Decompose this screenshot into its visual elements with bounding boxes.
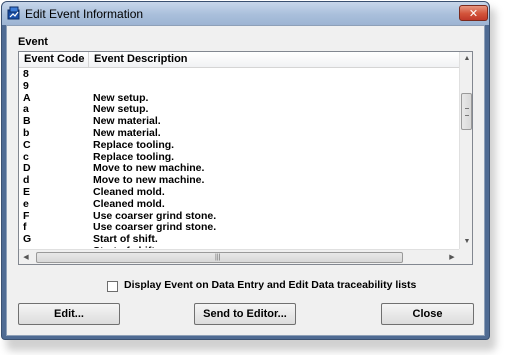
event-description-cell: Replace tooling. xyxy=(93,138,175,151)
event-code-cell: D xyxy=(23,162,31,175)
table-row[interactable]: 8 xyxy=(19,68,459,80)
event-description-cell: Start of shift. xyxy=(93,245,158,248)
event-code-cell: a xyxy=(23,103,29,116)
table-row[interactable]: a New setup. xyxy=(19,103,459,115)
dialog-window: Edit Event Information ✕ Event Event Cod… xyxy=(1,1,490,340)
window-close-button[interactable]: ✕ xyxy=(459,5,488,21)
table-row[interactable]: g Start of shift. xyxy=(19,245,459,248)
event-description-cell: New setup. xyxy=(93,91,149,104)
horizontal-scroll-thumb[interactable]: ||| xyxy=(36,252,403,263)
event-code-cell: C xyxy=(23,138,31,151)
scroll-right-icon[interactable]: ▶ xyxy=(445,250,459,264)
event-group-label: Event xyxy=(18,36,48,48)
send-to-editor-button-label: Send to Editor... xyxy=(203,308,287,320)
table-row[interactable]: e Cleaned mold. xyxy=(19,198,459,210)
event-description-cell: Use coarser grind stone. xyxy=(93,209,217,222)
display-event-checkbox-label[interactable]: Display Event on Data Entry and Edit Dat… xyxy=(124,279,416,291)
list-header: Event Code Event Description xyxy=(19,52,459,68)
event-list[interactable]: Event Code Event Description 8 9 A New setu… xyxy=(18,51,473,265)
event-description-cell: Cleaned mold. xyxy=(93,197,165,210)
event-code-cell: E xyxy=(23,186,31,198)
event-description-cell: Cleaned mold. xyxy=(93,186,165,198)
table-row[interactable]: d Move to new machine. xyxy=(19,174,459,186)
table-row[interactable]: E Cleaned mold. xyxy=(19,186,459,198)
event-code-cell: 8 xyxy=(23,68,29,80)
event-code-cell: g xyxy=(23,245,29,248)
close-button-label: Close xyxy=(412,308,443,320)
grip-icon xyxy=(465,108,469,116)
event-description-cell: Move to new machine. xyxy=(93,174,205,187)
event-code-cell: B xyxy=(23,115,31,128)
table-row[interactable]: F Use coarser grind stone. xyxy=(19,210,459,222)
close-button[interactable]: Close xyxy=(381,303,474,325)
table-row[interactable]: c Replace tooling. xyxy=(19,151,459,163)
send-to-editor-button[interactable]: Send to Editor... xyxy=(194,303,296,325)
edit-button[interactable]: Edit... xyxy=(18,303,120,325)
column-header-event-description[interactable]: Event Description xyxy=(89,52,459,67)
event-description-cell: New material. xyxy=(93,115,161,128)
window-title: Edit Event Information xyxy=(25,7,144,21)
event-code-cell: d xyxy=(23,174,30,187)
table-row[interactable]: G Start of shift. xyxy=(19,233,459,245)
table-row[interactable]: b New material. xyxy=(19,127,459,139)
display-event-checkbox[interactable] xyxy=(107,281,118,292)
edit-button-label: Edit... xyxy=(54,308,84,320)
event-description-cell: Use coarser grind stone. xyxy=(93,221,217,234)
table-row[interactable]: D Move to new machine. xyxy=(19,162,459,174)
scrollbar-corner xyxy=(459,249,472,264)
event-code-cell: e xyxy=(23,197,29,210)
table-row[interactable]: A New setup. xyxy=(19,92,459,104)
event-description-cell: New setup. xyxy=(93,103,149,116)
close-icon: ✕ xyxy=(468,7,479,20)
event-code-cell: F xyxy=(23,209,30,222)
event-description-cell: Move to new machine. xyxy=(93,162,205,175)
event-description-cell: Replace tooling. xyxy=(93,150,175,163)
dialog-client-area: Event Event Code Event Description 8 9 A Ne… xyxy=(6,25,485,336)
event-description-cell: New material. xyxy=(93,127,161,139)
event-code-cell: 9 xyxy=(23,79,29,92)
scroll-up-icon[interactable]: ▲ xyxy=(460,52,472,66)
scroll-left-icon[interactable]: ◀ xyxy=(19,250,33,264)
event-code-cell: c xyxy=(23,150,29,163)
event-code-cell: G xyxy=(23,233,32,246)
list-rows: 8 9 A New setup. a New setup. B New material. b N… xyxy=(19,68,459,248)
event-code-cell: b xyxy=(23,127,30,139)
event-code-cell: A xyxy=(23,91,31,104)
scroll-down-icon[interactable]: ▼ xyxy=(460,235,472,249)
app-icon xyxy=(7,6,20,20)
event-code-cell: f xyxy=(23,221,27,234)
table-row[interactable]: B New material. xyxy=(19,115,459,127)
event-description-cell: Start of shift. xyxy=(93,233,158,246)
grip-icon: ||| xyxy=(215,254,221,261)
table-row[interactable]: C Replace tooling. xyxy=(19,139,459,151)
table-row[interactable]: f Use coarser grind stone. xyxy=(19,221,459,233)
table-row[interactable]: 9 xyxy=(19,80,459,92)
column-header-event-code[interactable]: Event Code xyxy=(19,52,89,67)
title-bar[interactable]: Edit Event Information ✕ xyxy=(2,2,489,25)
vertical-scroll-thumb[interactable] xyxy=(461,93,472,130)
vertical-scrollbar[interactable]: ▲ ▼ xyxy=(459,52,472,249)
horizontal-scrollbar[interactable]: ◀ ||| ▶ xyxy=(19,249,459,264)
